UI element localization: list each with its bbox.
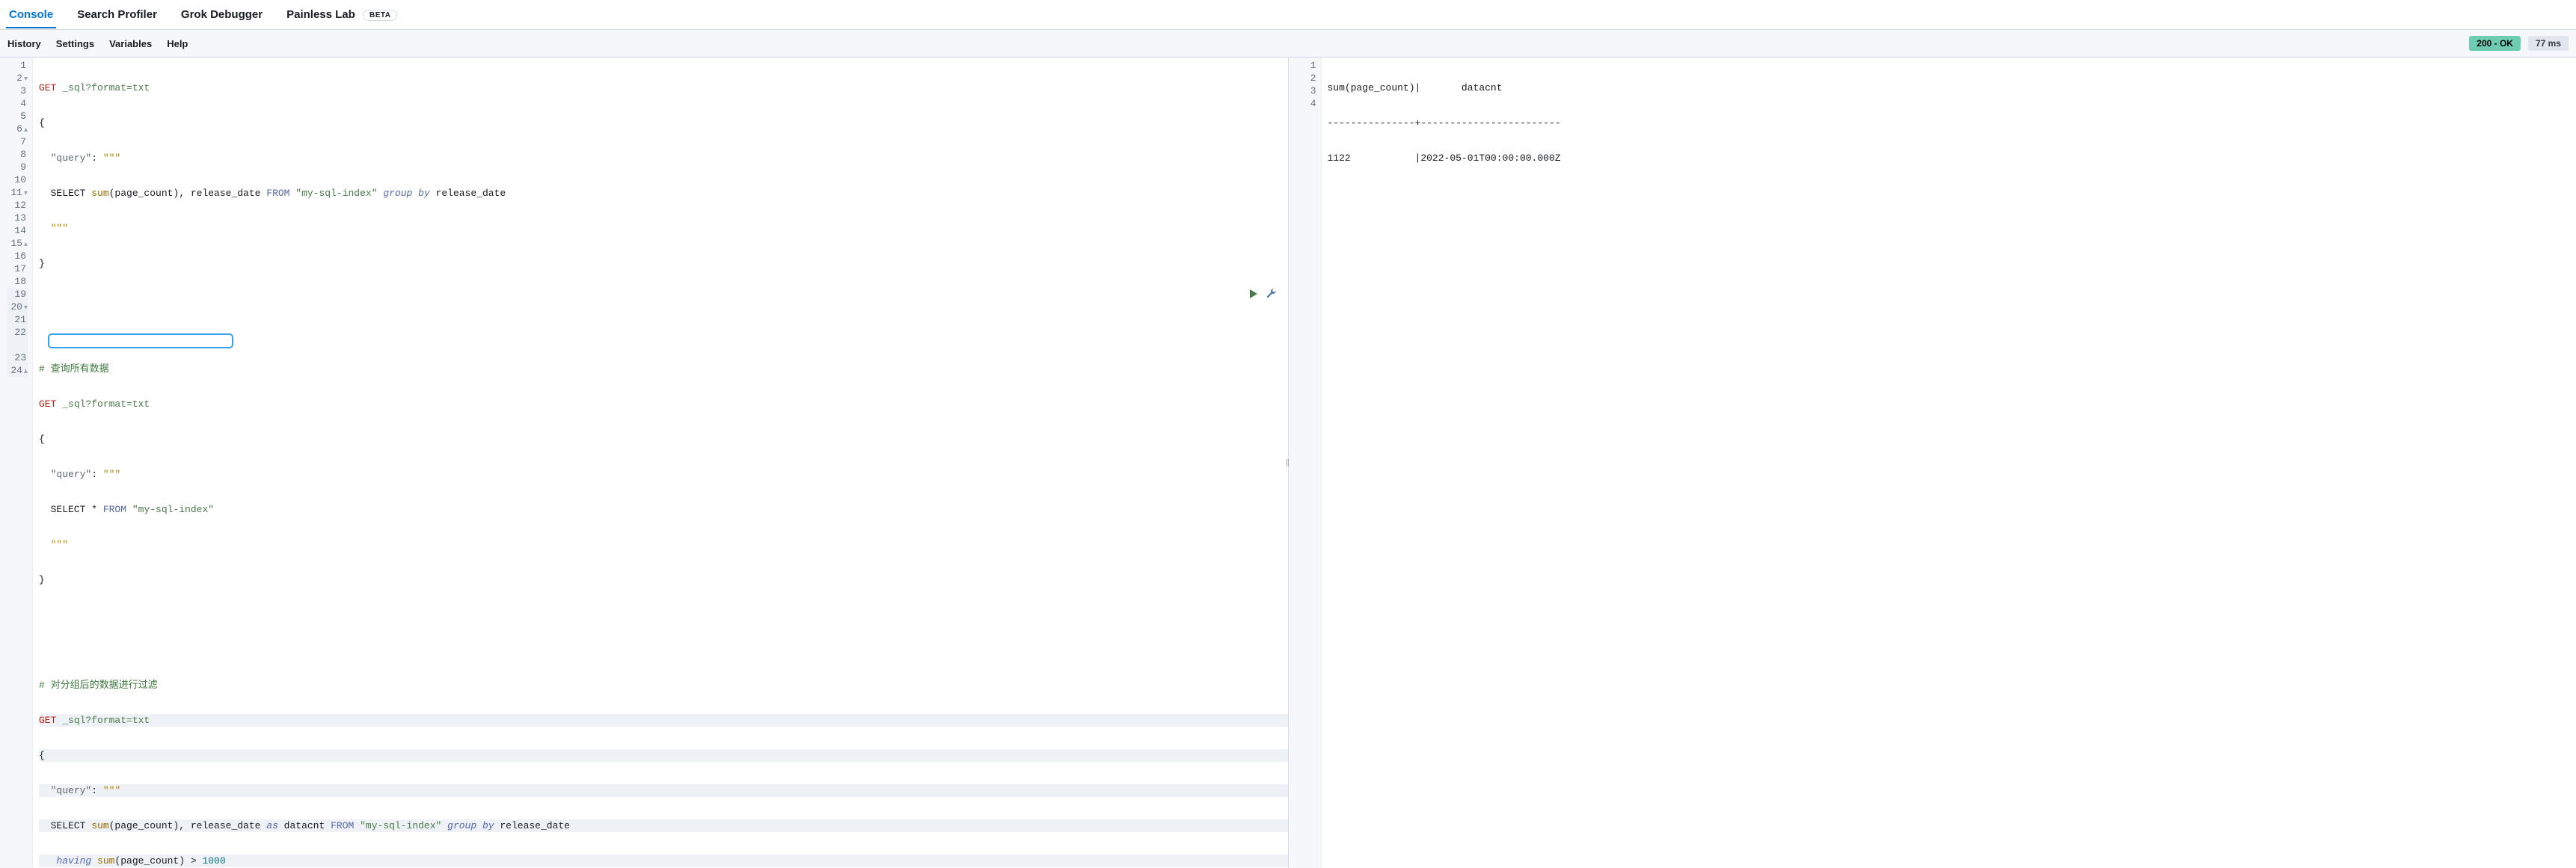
variables-button[interactable]: Variables bbox=[109, 38, 152, 49]
secondary-right: 200 - OK 77 ms bbox=[2469, 36, 2569, 51]
request-gutter: 1 2▾ 3 4 5 6▴ 7 8 9 10 11▾ 12 13 14 15▴ … bbox=[0, 58, 33, 868]
request-editor[interactable]: 1 2▾ 3 4 5 6▴ 7 8 9 10 11▾ 12 13 14 15▴ … bbox=[0, 58, 1289, 868]
beta-badge: BETA bbox=[363, 10, 397, 21]
response-gutter: 1 2 3 4 bbox=[1289, 58, 1322, 868]
tab-painless-lab-label: Painless Lab bbox=[286, 8, 355, 21]
tab-painless-lab[interactable]: Painless Lab BETA bbox=[283, 1, 400, 28]
time-badge: 77 ms bbox=[2528, 36, 2569, 51]
wrench-icon[interactable] bbox=[1266, 288, 1278, 300]
request-code[interactable]: GET _sql?format=txt { "query": """ SELEC… bbox=[33, 58, 1288, 868]
history-button[interactable]: History bbox=[7, 38, 41, 49]
secondary-left: History Settings Variables Help bbox=[7, 38, 188, 49]
request-actions bbox=[1248, 288, 1278, 300]
settings-button[interactable]: Settings bbox=[56, 38, 94, 49]
tab-console[interactable]: Console bbox=[6, 1, 56, 28]
tab-search-profiler[interactable]: Search Profiler bbox=[74, 1, 160, 28]
editor-panes: 1 2▾ 3 4 5 6▴ 7 8 9 10 11▾ 12 13 14 15▴ … bbox=[0, 58, 2576, 868]
main-tabs: Console Search Profiler Grok Debugger Pa… bbox=[0, 0, 2576, 30]
help-button[interactable]: Help bbox=[167, 38, 188, 49]
play-icon[interactable] bbox=[1248, 288, 1260, 300]
response-viewer[interactable]: 1 2 3 4 sum(page_count)| datacnt -------… bbox=[1289, 58, 2576, 868]
secondary-toolbar: History Settings Variables Help 200 - OK… bbox=[0, 30, 2576, 58]
tab-grok-debugger[interactable]: Grok Debugger bbox=[178, 1, 266, 28]
response-code: sum(page_count)| datacnt ---------------… bbox=[1322, 58, 2576, 868]
status-badge: 200 - OK bbox=[2469, 36, 2521, 51]
